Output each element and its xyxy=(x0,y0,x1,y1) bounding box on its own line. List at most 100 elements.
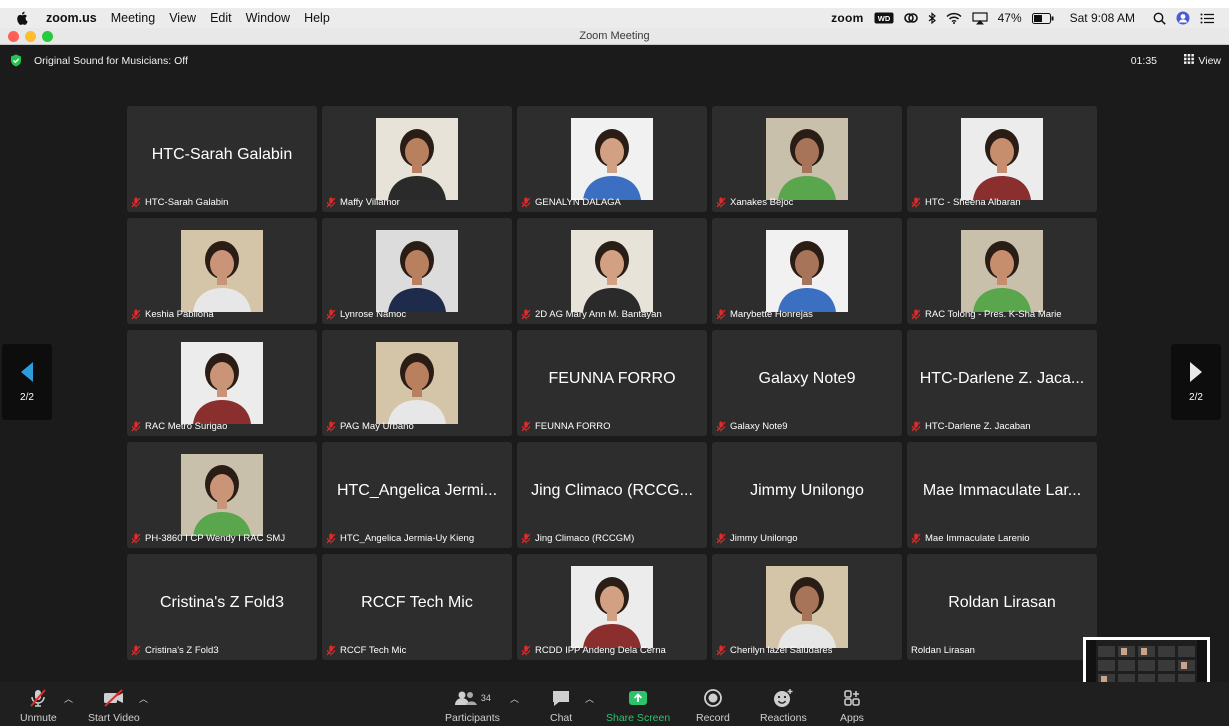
video-gallery-grid: HTC-Sarah Galabin HTC-Sarah Galabin Maffy … xyxy=(127,106,1097,660)
participant-video xyxy=(571,566,653,648)
hd-icon[interactable]: WD xyxy=(874,12,894,24)
participants-count: 34 xyxy=(480,693,491,703)
participant-name: HTC-Sarah Galabin xyxy=(145,197,229,208)
security-shield-icon xyxy=(10,54,22,67)
participant-tile[interactable]: Xanakes Bejoc xyxy=(712,106,902,212)
participant-tile[interactable]: 2D AG Mary Ann M. Bantayan xyxy=(517,218,707,324)
participant-name-label: Cherilyn lazel Saludares xyxy=(716,645,832,656)
participant-tile[interactable]: Cherilyn lazel Saludares xyxy=(712,554,902,660)
spotlight-search-icon[interactable] xyxy=(1153,12,1166,25)
participant-display-name: Roldan Lirasan xyxy=(948,594,1056,611)
participant-name: HTC-Darlene Z. Jacaban xyxy=(925,421,1031,432)
participant-name: Lynrose Namoc xyxy=(340,309,407,320)
previous-page-button[interactable]: 2/2 xyxy=(2,344,52,420)
start-video-button[interactable]: Start Video xyxy=(88,688,140,724)
record-icon xyxy=(703,688,723,708)
participant-tile[interactable]: RCDD IPP Andeng Dela Cerna xyxy=(517,554,707,660)
participant-tile[interactable]: Jing Climaco (RCCG... Jing Climaco (RCCGM… xyxy=(517,442,707,548)
participant-tile[interactable]: RAC Metro Surigao xyxy=(127,330,317,436)
share-screen-icon xyxy=(628,688,648,708)
participant-display-name: Galaxy Note9 xyxy=(758,370,856,387)
participant-tile[interactable]: Roldan Lirasan Roldan Lirasan xyxy=(907,554,1097,660)
participants-options-caret-icon[interactable]: ︿ xyxy=(510,692,519,705)
grid-view-icon xyxy=(1184,54,1195,67)
bluetooth-icon[interactable] xyxy=(928,11,936,25)
participant-tile[interactable]: HTC-Sarah Galabin HTC-Sarah Galabin xyxy=(127,106,317,212)
menu-edit[interactable]: Edit xyxy=(210,11,232,25)
participant-name: Mae Immaculate Larenio xyxy=(925,533,1030,544)
svg-text:WD: WD xyxy=(877,14,890,23)
participant-tile[interactable]: FEUNNA FORRO FEUNNA FORRO xyxy=(517,330,707,436)
participant-tile[interactable]: Cristina's Z Fold3 Cristina's Z Fold3 xyxy=(127,554,317,660)
participant-name-label: Jing Climaco (RCCGM) xyxy=(521,533,634,544)
participant-video xyxy=(766,230,848,312)
participant-name-label: RCCF Tech Mic xyxy=(326,645,406,656)
participant-tile[interactable]: GENALYN DALAGA xyxy=(517,106,707,212)
reactions-button[interactable]: Reactions xyxy=(760,688,807,724)
smiley-plus-icon xyxy=(772,688,794,708)
participant-name: Maffy Villamor xyxy=(340,197,400,208)
participant-name-label: HTC-Sarah Galabin xyxy=(131,197,228,208)
chat-options-caret-icon[interactable]: ︿ xyxy=(585,692,594,705)
participant-name-label: HTC - Sheena Albaran xyxy=(911,197,1021,208)
window-title: Zoom Meeting xyxy=(579,30,650,42)
participant-tile[interactable]: Marybette Honrejas xyxy=(712,218,902,324)
share-screen-button[interactable]: Share Screen xyxy=(606,688,670,724)
control-center-icon[interactable] xyxy=(1200,13,1215,24)
menu-meeting[interactable]: Meeting xyxy=(111,11,155,25)
apps-button[interactable]: Apps xyxy=(840,688,864,724)
participant-name: FEUNNA FORRO xyxy=(535,421,611,432)
participant-display-name: FEUNNA FORRO xyxy=(548,370,676,387)
participant-video xyxy=(376,342,458,424)
chat-button[interactable]: Chat xyxy=(550,688,572,724)
muted-mic-icon xyxy=(911,421,921,432)
participant-tile[interactable]: Keshia Pabilona xyxy=(127,218,317,324)
participant-name: 2D AG Mary Ann M. Bantayan xyxy=(535,309,662,320)
participant-tile[interactable]: Lynrose Namoc xyxy=(322,218,512,324)
participant-tile[interactable]: Mae Immaculate Lar... Mae Immaculate Lare… xyxy=(907,442,1097,548)
menu-help[interactable]: Help xyxy=(304,11,330,25)
participants-button[interactable]: 34 Participants xyxy=(445,688,500,724)
participant-tile[interactable]: HTC - Sheena Albaran xyxy=(907,106,1097,212)
next-page-button[interactable]: 2/2 xyxy=(1171,344,1221,420)
participant-name-label: RCDD IPP Andeng Dela Cerna xyxy=(521,645,666,656)
wifi-icon[interactable] xyxy=(946,12,962,24)
participant-tile[interactable]: RCCF Tech Mic RCCF Tech Mic xyxy=(322,554,512,660)
muted-mic-icon xyxy=(131,645,141,656)
record-button[interactable]: Record xyxy=(696,688,730,724)
video-options-caret-icon[interactable]: ︿ xyxy=(139,692,148,705)
creative-cloud-icon[interactable] xyxy=(903,12,918,24)
battery-percent: 47% xyxy=(997,11,1022,25)
user-avatar-icon[interactable] xyxy=(1176,11,1190,25)
original-sound-status[interactable]: Original Sound for Musicians: Off xyxy=(10,54,188,67)
participant-display-name: Cristina's Z Fold3 xyxy=(160,594,284,611)
menu-view[interactable]: View xyxy=(169,11,196,25)
participant-name-label: Jimmy Unilongo xyxy=(716,533,798,544)
participant-tile[interactable]: PH-3860 I CP Wendy I RAC SMJ xyxy=(127,442,317,548)
participant-video xyxy=(961,118,1043,200)
participant-tile[interactable]: HTC_Angelica Jermi... HTC_Angelica Jermia… xyxy=(322,442,512,548)
participant-tile[interactable]: HTC-Darlene Z. Jaca... HTC-Darlene Z. Jac… xyxy=(907,330,1097,436)
menu-app-name[interactable]: zoom.us xyxy=(46,11,97,25)
participant-name: HTC - Sheena Albaran xyxy=(925,197,1021,208)
participant-video xyxy=(376,230,458,312)
apple-icon[interactable] xyxy=(14,11,30,25)
participant-tile[interactable]: Galaxy Note9 Galaxy Note9 xyxy=(712,330,902,436)
view-button[interactable]: View xyxy=(1184,54,1221,67)
menu-clock[interactable]: Sat 9:08 AM xyxy=(1070,11,1135,25)
airplay-icon[interactable] xyxy=(971,11,988,25)
menu-window[interactable]: Window xyxy=(246,11,290,25)
participant-tile[interactable]: RAC Tolong - Pres. K-Sha Marie xyxy=(907,218,1097,324)
unmute-button[interactable]: Unmute xyxy=(20,688,57,724)
unmute-label: Unmute xyxy=(20,712,57,724)
original-sound-label: Original Sound for Musicians: Off xyxy=(34,54,188,67)
page-indicator-left: 2/2 xyxy=(20,392,34,403)
participant-name: RCDD IPP Andeng Dela Cerna xyxy=(535,645,666,656)
participant-tile[interactable]: PAG May Urbano xyxy=(322,330,512,436)
zoom-status-logo[interactable]: zoom xyxy=(831,11,864,25)
participant-tile[interactable]: Maffy Villamor xyxy=(322,106,512,212)
audio-options-caret-icon[interactable]: ︿ xyxy=(64,692,73,705)
participant-tile[interactable]: Jimmy Unilongo Jimmy Unilongo xyxy=(712,442,902,548)
window-title-bar[interactable]: Zoom Meeting xyxy=(0,28,1229,45)
battery-icon[interactable] xyxy=(1031,12,1054,24)
